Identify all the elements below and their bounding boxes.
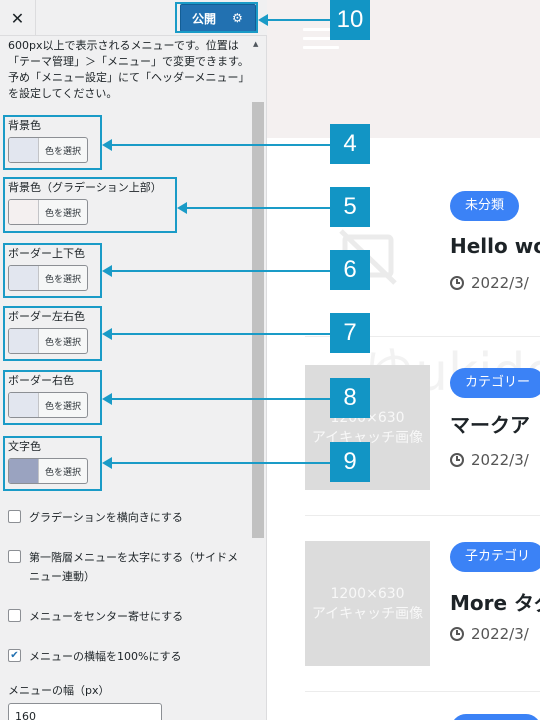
checkbox-label: グラデーションを横向きにする [29, 511, 183, 524]
clock-icon [450, 276, 464, 290]
category-badge[interactable]: 未分類 [450, 191, 520, 221]
checkbox-row-bold-first-level[interactable]: 第一階層メニューを太字にする（サイドメニュー連動） [8, 548, 248, 586]
post-title[interactable]: More タグ [450, 587, 540, 616]
checkbox-row-gradient-horizontal[interactable]: グラデーションを横向きにする [8, 508, 248, 527]
checkbox-row-center-menu[interactable]: メニューをセンター寄せにする [8, 607, 248, 626]
close-icon: ✕ [10, 8, 25, 28]
annotation-number: 5 [330, 187, 370, 227]
highlight-box [3, 370, 102, 425]
pointer-arrow [102, 393, 330, 405]
category-badge[interactable]: 子カテゴリ [450, 542, 540, 572]
pointer-arrow [102, 457, 330, 469]
site-preview: ゆukidoya 未分類 Hello wo 2022/3/ 1200×630 ア… [267, 0, 540, 720]
checkbox-label: 第一階層メニューを太字にする（サイドメニュー連動） [29, 551, 239, 583]
post-date: 2022/3/ [450, 625, 529, 643]
annotation-number: 8 [330, 378, 370, 418]
thumbnail-caption: アイキャッチ画像 [311, 605, 424, 622]
post-card[interactable]: 1200×630 アイキャッチ画像 カテゴリー マークア 2022/3/ [305, 338, 540, 516]
highlight-box [175, 2, 258, 33]
pointer-arrow [177, 202, 330, 214]
scroll-up-arrow-icon[interactable]: ▲ [253, 40, 258, 48]
annotation-number: 10 [330, 0, 370, 40]
checkmark-icon: ✔ [10, 649, 19, 661]
section-description: 600px以上で表示されるメニューです。位置は「テーマ管理」＞「メニュー」で変更… [8, 39, 250, 100]
category-badge[interactable]: カテゴリー [450, 368, 540, 398]
highlight-box [3, 436, 102, 491]
thumbnail-size-text: 1200×630 [330, 585, 405, 602]
pointer-arrow [102, 139, 330, 151]
scrollbar-thumb[interactable] [252, 102, 264, 538]
post-card[interactable]: 未分類 Hello wo 2022/3/ [305, 138, 540, 338]
full-width-checkbox[interactable]: ✔ [8, 649, 21, 662]
post-divider [305, 691, 540, 692]
pointer-arrow [102, 265, 330, 277]
post-date: 2022/3/ [450, 274, 529, 292]
highlight-box [3, 177, 177, 233]
post-thumbnail[interactable]: 1200×630 アイキャッチ画像 [305, 541, 430, 666]
category-badge[interactable] [451, 714, 540, 720]
menu-width-input[interactable] [8, 703, 162, 720]
highlight-box [3, 306, 102, 361]
annotation-number: 9 [330, 442, 370, 482]
menu-width-title: メニューの幅（px） [8, 684, 110, 697]
annotation-number: 4 [330, 124, 370, 164]
bold-first-level-checkbox[interactable] [8, 550, 21, 563]
checkbox-label: メニューをセンター寄せにする [29, 610, 184, 623]
annotation-number: 7 [330, 313, 370, 353]
post-date-text: 2022/3/ [471, 625, 529, 643]
pointer-arrow [258, 14, 330, 26]
clock-icon [450, 627, 464, 641]
checkbox-label: メニューの横幅を100%にする [29, 650, 182, 663]
pointer-arrow [102, 328, 330, 340]
annotation-number: 6 [330, 250, 370, 290]
center-menu-checkbox[interactable] [8, 609, 21, 622]
gradient-horizontal-checkbox[interactable] [8, 510, 21, 523]
post-title[interactable]: Hello wo [450, 234, 540, 258]
post-date-text: 2022/3/ [471, 451, 529, 469]
highlight-box [3, 243, 102, 298]
post-card[interactable]: 1200×630 アイキャッチ画像 子カテゴリ More タグ 2022/3/ [305, 515, 540, 693]
post-date-text: 2022/3/ [471, 274, 529, 292]
highlight-box [3, 115, 102, 170]
clock-icon [450, 453, 464, 467]
post-date: 2022/3/ [450, 451, 529, 469]
checkbox-row-full-width[interactable]: ✔ メニューの横幅を100%にする [8, 647, 248, 666]
post-title[interactable]: マークア [450, 409, 530, 438]
close-button[interactable]: ✕ [0, 0, 36, 36]
